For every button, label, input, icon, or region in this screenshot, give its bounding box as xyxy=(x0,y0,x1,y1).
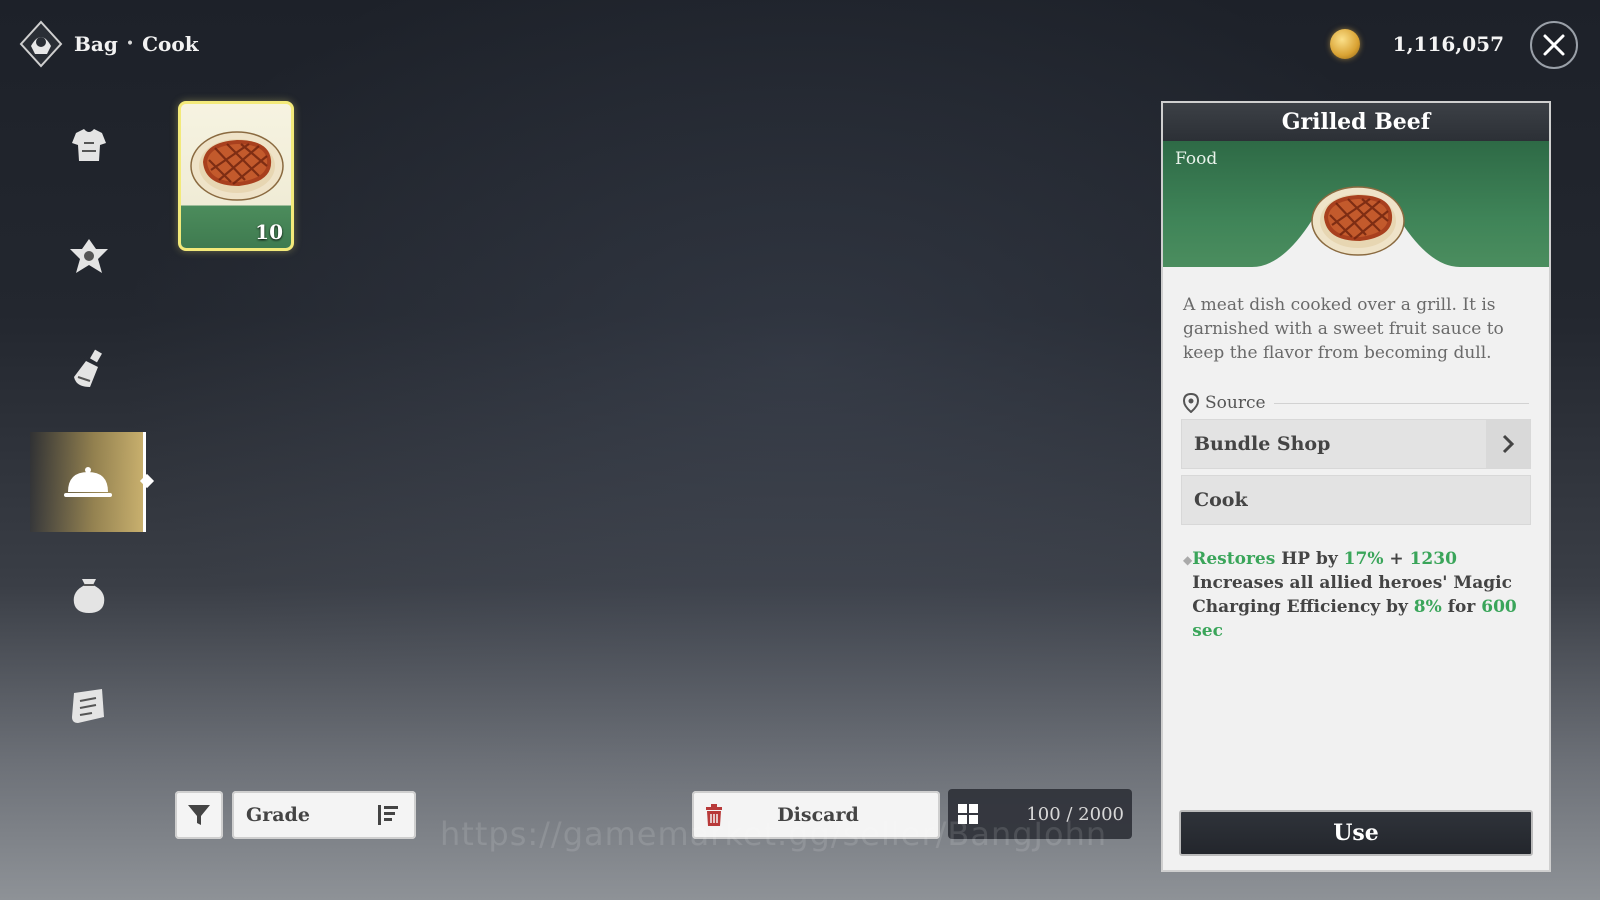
grilled-beef-icon xyxy=(189,126,285,206)
sidebar-item-potions[interactable] xyxy=(30,314,148,426)
sidebar-item-gems[interactable] xyxy=(30,202,148,314)
inventory-item-grilled-beef[interactable]: 10 xyxy=(178,101,294,251)
close-icon xyxy=(1543,34,1565,56)
breadcrumb-separator: • xyxy=(125,36,135,52)
scroll-icon xyxy=(72,689,104,723)
sidebar-item-quest[interactable] xyxy=(30,650,148,762)
sidebar-item-equipment[interactable] xyxy=(30,90,148,202)
source-header: Source xyxy=(1183,393,1529,413)
sort-order-icon xyxy=(378,805,398,825)
filter-icon xyxy=(188,805,210,825)
effect-hp-by: HP by xyxy=(1281,549,1338,569)
source-label: Source xyxy=(1205,393,1266,413)
sort-label: Grade xyxy=(246,804,310,826)
item-effect: ◆ Restores HP by 17% + 1230 Increases al… xyxy=(1183,547,1529,643)
effect-bullet-icon: ◆ xyxy=(1183,553,1193,567)
source-bundle-shop-label: Bundle Shop xyxy=(1194,433,1331,455)
chevron-right-icon xyxy=(1486,420,1530,468)
grilled-beef-large-icon xyxy=(1308,181,1408,261)
header: Bag • Cook xyxy=(16,18,199,70)
effect-for: for xyxy=(1447,597,1476,617)
filter-button[interactable] xyxy=(175,791,223,839)
source-bundle-shop[interactable]: Bundle Shop xyxy=(1181,419,1531,469)
location-pin-icon xyxy=(1183,393,1199,413)
effect-plus: + xyxy=(1389,549,1404,569)
source-cook: Cook xyxy=(1181,475,1531,525)
effect-restores: Restores xyxy=(1192,549,1276,569)
item-title: Grilled Beef xyxy=(1163,103,1549,141)
category-sidebar xyxy=(30,90,155,762)
armor-icon xyxy=(72,129,106,161)
source-cook-label: Cook xyxy=(1194,489,1248,511)
gold-amount: 1,116,057 xyxy=(1392,32,1504,56)
item-hero: Food xyxy=(1163,141,1549,271)
use-button[interactable]: Use xyxy=(1179,810,1533,856)
breadcrumb-bag[interactable]: Bag xyxy=(74,32,118,56)
sort-grade-button[interactable]: Grade xyxy=(232,791,416,839)
close-button[interactable] xyxy=(1530,21,1578,69)
gem-icon xyxy=(70,239,108,273)
sidebar-item-materials[interactable] xyxy=(30,538,148,650)
effect-percent: 17% xyxy=(1343,549,1384,569)
potion-icon xyxy=(74,349,102,387)
item-detail-panel: Grilled Beef Food A meat dish cooked ove… xyxy=(1161,101,1551,872)
gold-coin-icon xyxy=(1330,29,1360,59)
sidebar-item-cook[interactable] xyxy=(30,432,155,532)
cloche-icon xyxy=(64,467,112,497)
watermark-text: https://gamemarket.gg/seller/BangJohn xyxy=(440,815,1108,853)
pouch-icon xyxy=(73,579,105,613)
breadcrumb-cook: Cook xyxy=(142,32,199,56)
source-divider xyxy=(1273,402,1529,404)
effect-buff-percent: 8% xyxy=(1413,597,1442,617)
effect-flat: 1230 xyxy=(1409,549,1457,569)
active-indicator xyxy=(139,473,155,489)
item-description: A meat dish cooked over a grill. It is g… xyxy=(1183,295,1504,363)
bag-emblem-icon xyxy=(16,19,66,69)
item-quantity: 10 xyxy=(255,220,283,244)
gold-currency: 1,116,057 xyxy=(1330,24,1510,64)
